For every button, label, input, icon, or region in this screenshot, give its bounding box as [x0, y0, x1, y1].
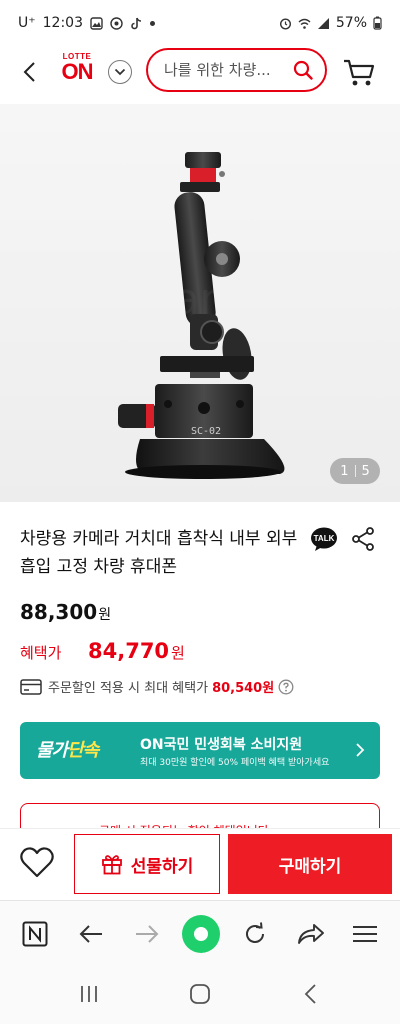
promo-badge: 물가단속: [36, 736, 99, 762]
help-icon[interactable]: [278, 679, 294, 695]
benefit-price-value: 84,770: [88, 639, 170, 663]
browser-back-button[interactable]: [76, 919, 106, 949]
share-arrow-icon: [298, 924, 324, 944]
system-back-icon[interactable]: [302, 983, 320, 1005]
naver-tab-button[interactable]: [20, 919, 50, 949]
original-price: 88,300원: [20, 600, 111, 624]
buy-label: 구매하기: [278, 856, 342, 877]
recent-apps-icon[interactable]: [78, 984, 100, 1004]
gift-label: 선물하기: [130, 856, 194, 877]
carrier-label: U⁺: [18, 15, 36, 31]
search-icon[interactable]: [293, 60, 313, 80]
gift-icon: [101, 855, 122, 875]
arrow-right-icon: [136, 925, 159, 943]
benefit-price-unit: 원: [171, 644, 185, 662]
home-dot-icon: [194, 927, 208, 941]
browser-menu-button[interactable]: [350, 919, 380, 949]
purchase-action-bar: 선물하기 구매하기: [0, 828, 400, 900]
browser-refresh-button[interactable]: [240, 919, 270, 949]
browser-nav-bar: [0, 900, 400, 968]
wifi-icon: [298, 18, 311, 29]
browser-forward-button[interactable]: [132, 919, 162, 949]
svg-text:SC-02: SC-02: [191, 426, 221, 437]
app-header: LOTTE ON: [0, 46, 400, 100]
promo-title: ON국민 민생회복 소비지원: [140, 737, 303, 753]
system-nav-bar: [0, 968, 400, 1024]
pager-total: 5: [361, 463, 370, 479]
price-value: 88,300: [20, 600, 98, 624]
gift-button[interactable]: 선물하기: [74, 834, 220, 894]
svg-text:TALK: TALK: [314, 534, 335, 543]
benefit-label: 혜택가: [20, 644, 62, 662]
battery-icon: [373, 16, 382, 30]
product-title: 차량용 카메라 거치대 흡착식 내부 외부 흡입 고정 차량 휴대폰: [20, 529, 298, 577]
benefit-price-row: 혜택가 84,770 원: [20, 639, 185, 663]
browser-home-button[interactable]: [182, 915, 220, 953]
status-bar: U⁺ 12:03 57%: [0, 0, 400, 46]
wishlist-heart-icon[interactable]: [19, 845, 55, 879]
battery-level: 57%: [335, 15, 367, 31]
home-icon[interactable]: [189, 983, 211, 1005]
lotte-on-logo[interactable]: LOTTE ON: [55, 52, 99, 92]
max-benefit-text: 주문할인 적용 시 최대 혜택가: [48, 681, 209, 696]
logo-main-text: ON: [61, 59, 94, 84]
max-benefit-amount: 80,540원: [212, 681, 275, 696]
image-pager: 1 5: [330, 458, 380, 484]
browser-share-button[interactable]: [296, 919, 326, 949]
camera-mount-product-image: SC-02 bang: [118, 152, 285, 479]
mall-menu-button[interactable]: [108, 60, 132, 84]
hamburger-menu-icon: [353, 926, 377, 942]
price-unit: 원: [98, 607, 112, 623]
promo-banner[interactable]: 물가단속 ON국민 민생회복 소비지원 최대 30만원 할인에 50% 페이백 …: [20, 722, 380, 779]
product-image-gallery[interactable]: SC-02 bang 1 5: [0, 104, 400, 502]
tiktok-notification-icon: [131, 17, 142, 29]
arrow-left-icon: [79, 925, 102, 943]
promo-badge-a: 물가: [36, 740, 68, 761]
chevron-right-icon: [356, 743, 365, 757]
pager-current: 1: [340, 463, 349, 479]
kakaotalk-share-icon[interactable]: TALK: [310, 526, 338, 552]
alarm-icon: [279, 17, 291, 30]
cart-icon[interactable]: [342, 56, 376, 88]
promo-subtitle: 최대 30만원 할인에 50% 페이백 혜택 받아가세요: [140, 758, 330, 768]
refresh-icon: [246, 922, 264, 943]
share-icon[interactable]: [350, 526, 376, 552]
search-input[interactable]: [164, 61, 282, 79]
gallery-notification-icon: [90, 16, 103, 30]
chrome-notification-icon: [110, 16, 123, 30]
back-button[interactable]: [16, 58, 44, 86]
clock: 12:03: [42, 15, 83, 31]
naver-n-icon: [22, 921, 48, 947]
buy-button[interactable]: 구매하기: [228, 834, 392, 894]
max-benefit-row: 주문할인 적용 시 최대 혜택가 80,540원: [20, 677, 294, 696]
promo-badge-b: 단속: [67, 740, 99, 761]
svg-text:bang: bang: [145, 274, 256, 325]
signal-icon: [317, 17, 329, 29]
search-box[interactable]: [146, 48, 327, 92]
more-notifications-dot: [150, 20, 155, 26]
pager-divider: [354, 465, 356, 477]
chevron-down-icon: [114, 68, 126, 76]
card-icon: [20, 678, 42, 695]
